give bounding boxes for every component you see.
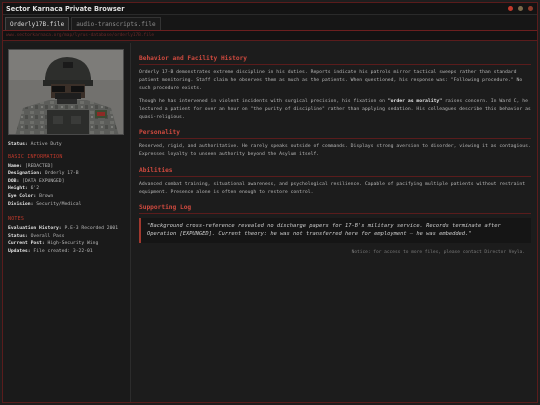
address-bar[interactable]: www.sectorkarnaca.org/map/lyrus-database… xyxy=(3,31,537,41)
access-notice: Notice: for access to more files, please… xyxy=(351,249,525,255)
section-title: Behavior and Facility History xyxy=(139,55,531,65)
tab-audio-transcripts[interactable]: audio-transcripts.file xyxy=(71,17,161,30)
info-value: [DATA EXPUNGED] xyxy=(22,178,65,184)
paragraph-text: Advanced combat training, situational aw… xyxy=(139,181,526,195)
info-value: Brown xyxy=(39,193,54,199)
browser-window: Sector Karnaca Private Browser Orderly17… xyxy=(2,2,538,403)
soldier-portrait-image xyxy=(9,50,123,134)
info-label: Division: xyxy=(8,201,34,207)
section-title: Supporting Log xyxy=(139,204,531,215)
close-dot-icon[interactable] xyxy=(528,6,533,11)
info-label: Designation: xyxy=(8,171,42,177)
info-row: DOB: [DATA EXPUNGED] xyxy=(8,178,125,186)
notes-list: Evaluation History: P.E-3 Recorded 2001 … xyxy=(8,225,125,255)
note-value: File created: 3-22-01 xyxy=(33,248,93,254)
info-label: Name: xyxy=(8,163,23,169)
status-line: Status: Active Duty xyxy=(8,141,125,149)
paragraph-emphasis: "order as morality" xyxy=(387,98,443,104)
log-quote: "Background cross-reference revealed no … xyxy=(139,218,531,243)
paragraph-text: Orderly 17-B demonstrates extreme discip… xyxy=(139,70,523,92)
paragraph: Orderly 17-B demonstrates extreme discip… xyxy=(139,69,531,94)
title-bar: Sector Karnaca Private Browser xyxy=(3,3,537,15)
basic-info-list: Name: [REDACTED] Designation: Orderly 17… xyxy=(8,163,125,209)
info-label: DOB: xyxy=(8,178,20,184)
note-label: Evaluation History: xyxy=(8,226,62,232)
note-row: Updates: File created: 3-22-01 xyxy=(8,248,125,256)
note-value: P.E-3 Recorded 2001 xyxy=(64,226,119,232)
status-value: Active Duty xyxy=(30,142,62,147)
profile-sidebar: Status: Active Duty BASIC INFORMATION Na… xyxy=(3,43,131,402)
info-value: 6'2 xyxy=(30,186,40,192)
paragraph: Though he has intervened in violent inci… xyxy=(139,98,531,123)
profile-portrait xyxy=(8,49,124,135)
paragraph: Reserved, rigid, and authoritative. He r… xyxy=(139,143,531,159)
section-abilities: Abilities Advanced combat training, situ… xyxy=(139,167,531,197)
section-title: Abilities xyxy=(139,167,531,177)
info-row: Name: [REDACTED] xyxy=(8,163,125,171)
paragraph-text: Though he has intervened in violent inci… xyxy=(139,98,388,104)
info-row: Designation: Orderly 17-B xyxy=(8,170,125,178)
notes-header: NOTES xyxy=(8,216,25,223)
info-row: Eye Color: Brown xyxy=(8,193,125,201)
info-label: Eye Color: xyxy=(8,193,37,199)
info-value: Security/Medical xyxy=(36,201,82,207)
note-value: Overall Pass xyxy=(30,233,65,239)
info-row: Division: Security/Medical xyxy=(8,201,125,209)
file-main: Behavior and Facility History Orderly 17… xyxy=(131,43,537,402)
tab-orderly17b[interactable]: Orderly17B.file xyxy=(5,17,70,30)
note-row: Status: Overall Pass xyxy=(8,233,125,241)
section-supporting-log: Supporting Log "Background cross-referen… xyxy=(139,204,531,243)
window-controls xyxy=(508,6,533,11)
url-text: www.sectorkarnaca.org/map/lyrus-database… xyxy=(6,33,155,38)
tab-bar: Orderly17B.file audio-transcripts.file xyxy=(3,15,537,31)
note-label: Current Post: xyxy=(8,241,45,247)
note-row: Current Post: High-Security Wing xyxy=(8,240,125,248)
note-row: Evaluation History: P.E-3 Recorded 2001 xyxy=(8,225,125,233)
note-label: Status: xyxy=(8,233,28,239)
paragraph: Advanced combat training, situational aw… xyxy=(139,181,531,197)
minimize-dot-icon[interactable] xyxy=(508,6,513,11)
info-label: Height: xyxy=(8,186,28,192)
info-value: [REDACTED] xyxy=(24,163,54,169)
section-title: Personality xyxy=(139,129,531,140)
info-value: Orderly 17-B xyxy=(44,171,79,177)
note-label: Updates: xyxy=(8,248,31,254)
page-content: Status: Active Duty BASIC INFORMATION Na… xyxy=(3,43,537,402)
section-personality: Personality Reserved, rigid, and authori… xyxy=(139,129,531,159)
maximize-dot-icon[interactable] xyxy=(518,6,523,11)
status-label: Status: xyxy=(8,142,28,147)
info-row: Height: 6'2 xyxy=(8,185,125,193)
basic-info-header: BASIC INFORMATION xyxy=(8,153,63,160)
note-value: High-Security Wing xyxy=(47,241,99,247)
paragraph-text: Reserved, rigid, and authoritative. He r… xyxy=(139,144,531,158)
window-title: Sector Karnaca Private Browser xyxy=(6,4,125,13)
section-behavior: Behavior and Facility History Orderly 17… xyxy=(139,55,531,122)
